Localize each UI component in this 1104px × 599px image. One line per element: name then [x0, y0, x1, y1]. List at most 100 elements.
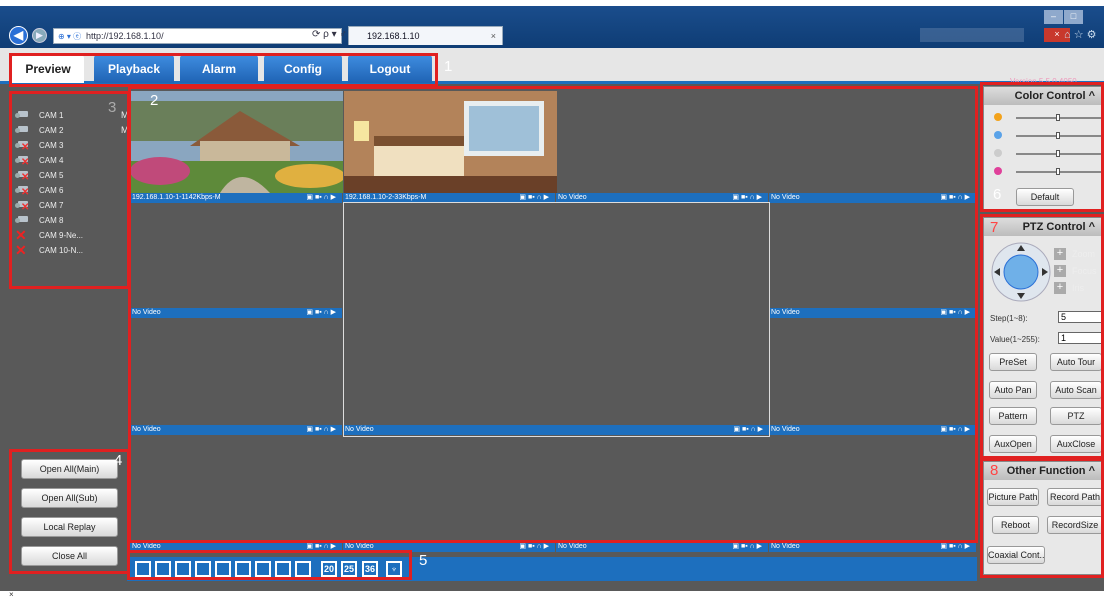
camera-item[interactable]: ✕ CAM 9-Ne... [9, 228, 130, 243]
ie-icon: ⊕ ▾ ⓔ [58, 32, 82, 41]
record-size-button[interactable]: RecordSize [1047, 516, 1103, 534]
layout-button[interactable] [215, 561, 231, 577]
browser-right-icons[interactable]: ⌂ ☆ ⚙ [1064, 28, 1096, 41]
video-cell-label: No Video [558, 194, 587, 201]
tab-config[interactable]: Config [264, 55, 342, 83]
video-cell-large[interactable] [343, 202, 770, 437]
camera-item[interactable]: ✕ CAM 5 [9, 168, 130, 183]
camera-item[interactable]: ✕ CAM 10-N... [9, 243, 130, 258]
layout-button[interactable]: ♆ [386, 561, 402, 577]
video-cell-icons[interactable]: ▣ ■▪ ∩ ▶ [306, 308, 336, 318]
iris-label: Iris [1072, 283, 1084, 293]
layout-button[interactable] [195, 561, 211, 577]
coaxial-control-button[interactable]: Coaxial Cont... [987, 546, 1045, 564]
browser-search-box[interactable] [920, 28, 1024, 42]
tab-playback[interactable]: Playback [94, 55, 174, 83]
focus-in-icon[interactable]: + [1054, 265, 1066, 277]
other-function-title[interactable]: Other Function ^ [984, 462, 1103, 480]
pattern-button[interactable]: Pattern [989, 407, 1037, 425]
video-cell-bar[interactable]: No Video ▣ ■▪ ∩ ▶ [769, 308, 976, 318]
badge-5: 5 [419, 552, 428, 569]
address-bar[interactable]: ⊕ ▾ ⓔ http://192.168.1.10/ [53, 28, 342, 44]
local-replay-button[interactable]: Local Replay [21, 517, 118, 537]
auto-tour-button[interactable]: Auto Tour [1050, 353, 1102, 371]
video-cell-icons[interactable]: ▣ ■▪ ∩ ▶ [940, 193, 970, 203]
aux-open-button[interactable]: AuxOpen [989, 435, 1037, 453]
auto-pan-button[interactable]: Auto Pan [989, 381, 1037, 399]
camera-item[interactable]: CAM 8 [9, 213, 130, 228]
tab-preview[interactable]: Preview [12, 55, 84, 83]
hue-slider[interactable] [994, 166, 1104, 176]
picture-path-button[interactable]: Picture Path [987, 488, 1039, 506]
camera-offline-icon: ✕ [15, 185, 29, 198]
color-default-button[interactable]: Default [1016, 188, 1074, 206]
reboot-button[interactable]: Reboot [992, 516, 1039, 534]
camera-offline-icon: ✕ [15, 200, 29, 213]
tab-close-icon[interactable]: × [491, 27, 496, 45]
ptz-button[interactable]: PTZ [1050, 407, 1102, 425]
tab-logout[interactable]: Logout [348, 55, 432, 83]
close-all-button[interactable]: Close All [21, 546, 118, 566]
layout-button[interactable]: 20 [321, 561, 337, 577]
color-control-title[interactable]: Color Control ^ [984, 87, 1103, 105]
step-input[interactable]: 5 [1058, 311, 1104, 323]
zoom-in-icon[interactable]: + [1054, 248, 1066, 260]
video-cell-bar[interactable]: No Video ▣ ■▪ ∩ ▶ [769, 193, 976, 203]
value-input[interactable]: 1 [1058, 332, 1104, 344]
browser-tab[interactable]: 192.168.1.10 × [348, 26, 503, 45]
slider-knob[interactable] [1056, 132, 1060, 139]
minimize-button[interactable]: – [1044, 10, 1063, 24]
record-path-button[interactable]: Record Path [1047, 488, 1103, 506]
layout-button[interactable] [135, 561, 151, 577]
camera-item[interactable]: CAM 2 M [9, 123, 130, 138]
video-cell-icons[interactable]: ▣ ■▪ ∩ ▶ [940, 425, 970, 435]
layout-button[interactable] [295, 561, 311, 577]
layout-button[interactable]: 36 [362, 561, 378, 577]
camera-label: CAM 9-Ne... [39, 231, 84, 240]
layout-button[interactable] [275, 561, 291, 577]
saturation-slider[interactable] [994, 148, 1104, 158]
badge-8: 8 [990, 462, 999, 479]
video-cell-bar[interactable]: 192.168.1.10-1-1142Kbps-M ▣ ■▪ ∩ ▶ [130, 193, 342, 203]
contrast-slider[interactable] [994, 130, 1104, 140]
camera-item[interactable]: ✕ CAM 6 [9, 183, 130, 198]
layout-button[interactable] [235, 561, 251, 577]
slider-knob[interactable] [1056, 168, 1060, 175]
open-all-main-button[interactable]: Open All(Main) [21, 459, 118, 479]
brightness-icon [994, 113, 1002, 121]
brightness-slider[interactable] [994, 112, 1104, 122]
video-cell-label: No Video [345, 543, 374, 550]
ptz-control-title[interactable]: PTZ Control ^ [984, 218, 1103, 236]
camera-item[interactable]: ✕ CAM 7 [9, 198, 130, 213]
ptz-direction-pad[interactable] [990, 241, 1052, 303]
maximize-button[interactable]: □ [1064, 10, 1083, 24]
video-cell-bar[interactable]: No Video ▣ ■▪ ∩ ▶ [130, 308, 342, 318]
video-cell-icons[interactable]: ▣ ■▪ ∩ ▶ [306, 193, 336, 203]
camera-feed-2[interactable] [344, 91, 557, 193]
iris-in-icon[interactable]: + [1054, 282, 1066, 294]
preset-button[interactable]: PreSet [989, 353, 1037, 371]
slider-knob[interactable] [1056, 114, 1060, 121]
layout-button[interactable]: 25 [341, 561, 357, 577]
open-all-sub-button[interactable]: Open All(Sub) [21, 488, 118, 508]
video-cell-bar[interactable]: No Video ▣ ■▪ ∩ ▶ [769, 425, 976, 435]
video-cell-icons[interactable]: ▣ ■▪ ∩ ▶ [940, 308, 970, 318]
auto-scan-button[interactable]: Auto Scan [1050, 381, 1102, 399]
aux-close-button[interactable]: AuxClose [1050, 435, 1102, 453]
tab-alarm[interactable]: Alarm [180, 55, 258, 83]
camera-item[interactable]: ✕ CAM 4 [9, 153, 130, 168]
video-cell-icons[interactable]: ▣ ■▪ ∩ ▶ [306, 425, 336, 435]
layout-button[interactable] [155, 561, 171, 577]
camera-item[interactable]: ✕ CAM 3 [9, 138, 130, 153]
back-button[interactable]: ◀ [9, 26, 28, 45]
address-tools[interactable]: ⟳ ρ ▾ ♂ [312, 29, 347, 40]
video-cell-bar[interactable]: No Video ▣ ■▪ ∩ ▶ [130, 425, 342, 435]
video-cell-label: 192.168.1.10-2-33Kbps-M [345, 194, 427, 201]
slider-knob[interactable] [1056, 150, 1060, 157]
camera-feed-1[interactable] [130, 91, 343, 193]
window-controls: – □× [1043, 6, 1104, 42]
layout-button[interactable] [175, 561, 191, 577]
address-text: http://192.168.1.10/ [86, 31, 164, 41]
forward-button[interactable]: ▶ [32, 28, 47, 43]
layout-button[interactable] [255, 561, 271, 577]
